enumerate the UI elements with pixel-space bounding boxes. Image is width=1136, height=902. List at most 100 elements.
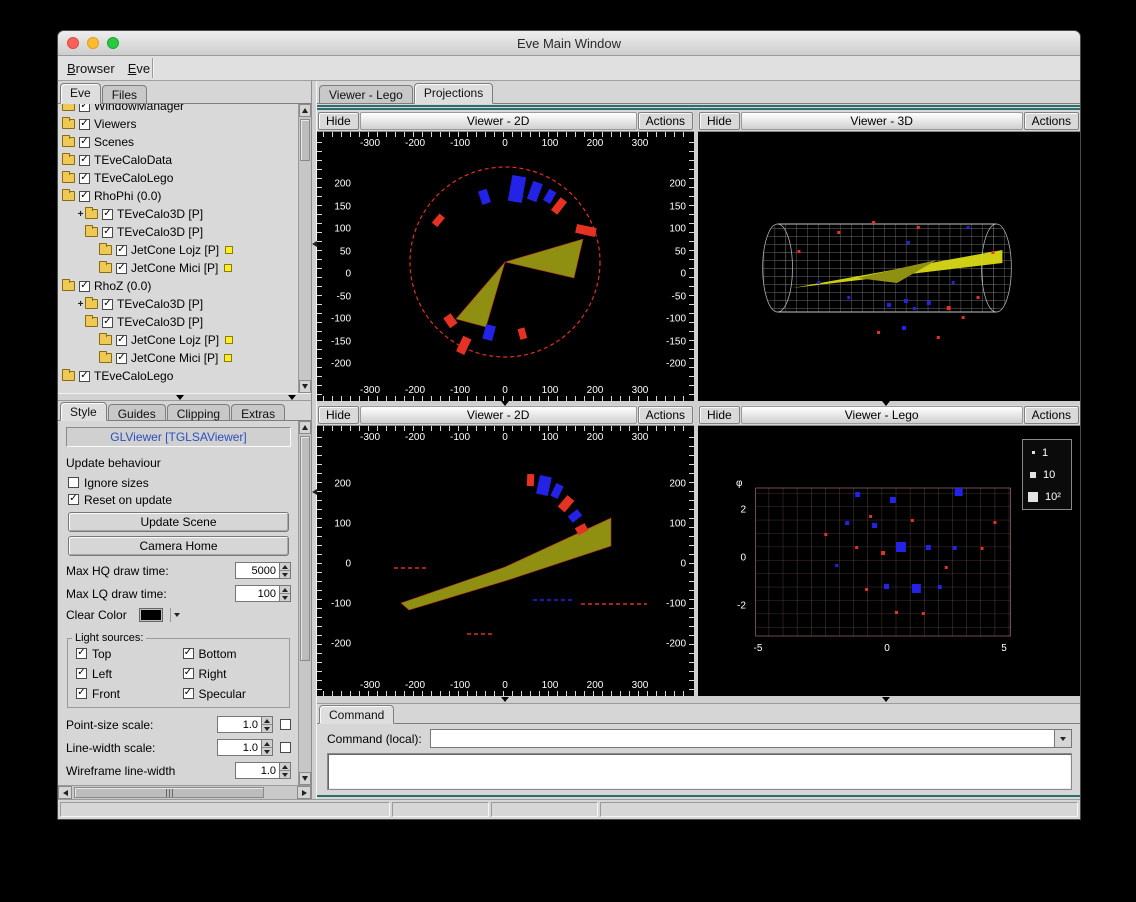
tree-item[interactable]: JetCone Lojz [P] [58, 241, 298, 259]
expand-icon[interactable]: + [76, 209, 85, 220]
light-checkbox[interactable] [183, 668, 194, 679]
rhophi-canvas[interactable]: -300-300-200-200-100-1000010010020020030… [317, 132, 694, 401]
clear-color-dropdown[interactable] [170, 608, 184, 622]
camera-home-button[interactable]: Camera Home [68, 536, 289, 556]
spinner-arrows[interactable] [261, 739, 273, 756]
light-source-row[interactable]: Front [76, 685, 179, 702]
command-output[interactable] [327, 753, 1072, 790]
hide-button[interactable]: Hide [318, 112, 359, 130]
tab-files[interactable]: Files [102, 85, 147, 103]
tree-checkbox[interactable] [79, 191, 90, 202]
viewer-row-splitter[interactable] [317, 401, 1080, 405]
spin-down-icon[interactable] [282, 596, 288, 600]
light-checkbox[interactable] [76, 668, 87, 679]
splitter-arrow-icon[interactable] [288, 395, 296, 400]
tab-extras[interactable]: Extras [231, 404, 285, 420]
tree-checkbox[interactable] [79, 104, 90, 112]
tree-checkbox[interactable] [79, 137, 90, 148]
splitter-arrow-icon[interactable] [882, 401, 890, 406]
scroll-up-button[interactable] [299, 421, 311, 434]
tab-viewer-lego[interactable]: Viewer - Lego [319, 85, 413, 103]
glviewer-link[interactable]: GLViewer [TGLSAViewer] [66, 427, 291, 447]
point-size-spinner[interactable]: 1.0 [217, 716, 273, 733]
hide-button[interactable]: Hide [318, 406, 359, 424]
tree-checkbox[interactable] [79, 173, 90, 184]
tab-guides[interactable]: Guides [108, 404, 166, 420]
ignore-sizes-checkbox[interactable] [68, 477, 79, 488]
scrollbar-thumb[interactable] [300, 436, 310, 661]
tree-checkbox[interactable] [116, 263, 127, 274]
spinner-value[interactable]: 1.0 [235, 762, 279, 779]
tree-item[interactable]: RhoZ (0.0) [58, 277, 298, 295]
command-combobox[interactable] [430, 729, 1072, 748]
actions-button[interactable]: Actions [638, 112, 693, 130]
splitter-arrow-icon[interactable] [882, 697, 890, 702]
close-button[interactable] [67, 37, 79, 49]
tree-item[interactable]: TEveCalo3D [P] [58, 313, 298, 331]
spin-up-icon[interactable] [282, 588, 288, 592]
spinner-value[interactable]: 1.0 [217, 739, 261, 756]
viewer-bottom-splitter[interactable] [317, 696, 1080, 704]
light-source-row[interactable]: Bottom [183, 645, 286, 662]
max-lq-spinner[interactable]: 100 [235, 585, 291, 602]
spinner-arrows[interactable] [279, 562, 291, 579]
tree-item[interactable]: JetCone Lojz [P] [58, 331, 298, 349]
light-checkbox[interactable] [76, 688, 87, 699]
spin-up-icon[interactable] [282, 765, 288, 769]
spin-up-icon[interactable] [264, 719, 270, 723]
tree-checkbox[interactable] [102, 299, 113, 310]
tree-item[interactable]: RhoPhi (0.0) [58, 187, 298, 205]
reset-on-update-checkbox[interactable] [68, 494, 79, 505]
scroll-down-button[interactable] [299, 380, 311, 393]
menu-item-eve[interactable]: Eve [128, 61, 150, 76]
tree-item[interactable]: TEveCaloLego [58, 169, 298, 187]
light-source-row[interactable]: Right [183, 665, 286, 682]
tree-checkbox[interactable] [102, 317, 113, 328]
tree-item[interactable]: JetCone Mici [P] [58, 259, 298, 277]
splitter-arrow-icon[interactable] [501, 401, 509, 406]
style-scrollbar[interactable] [298, 421, 311, 785]
tree-item[interactable]: Viewers [58, 115, 298, 133]
scroll-left-button[interactable] [58, 786, 72, 799]
splitter-arrow-icon[interactable] [501, 697, 509, 702]
tree-item[interactable]: +TEveCalo3D [P] [58, 295, 298, 313]
light-source-row[interactable]: Top [76, 645, 179, 662]
wireframe-spinner[interactable]: 1.0 [235, 762, 291, 779]
tree-item[interactable]: +TEveCalo3D [P] [58, 205, 298, 223]
tree-item[interactable]: Scenes [58, 133, 298, 151]
tree-style-splitter[interactable] [58, 393, 311, 401]
tab-command[interactable]: Command [319, 705, 394, 724]
tree-item[interactable]: JetCone Mici [P] [58, 349, 298, 367]
tree-checkbox[interactable] [79, 281, 90, 292]
zoom-button[interactable] [107, 37, 119, 49]
spin-down-icon[interactable] [282, 573, 288, 577]
spin-up-icon[interactable] [282, 565, 288, 569]
line-width-spinner[interactable]: 1.0 [217, 739, 273, 756]
scrollbar-thumb[interactable] [300, 119, 310, 161]
expand-icon[interactable]: + [76, 299, 85, 310]
tab-eve[interactable]: Eve [60, 83, 101, 104]
spinner-value[interactable]: 100 [235, 585, 279, 602]
spin-down-icon[interactable] [264, 750, 270, 754]
spinner-value[interactable]: 1.0 [217, 716, 261, 733]
spin-up-icon[interactable] [264, 742, 270, 746]
ignore-sizes-row[interactable]: Ignore sizes [68, 474, 293, 491]
left-hscrollbar[interactable] [58, 785, 311, 799]
menu-item-browser[interactable]: Browser [67, 61, 115, 76]
update-scene-button[interactable]: Update Scene [68, 512, 289, 532]
actions-button[interactable]: Actions [638, 406, 693, 424]
rhoz-canvas[interactable]: -300-300-200-200-100-1000010010020020030… [317, 426, 694, 696]
light-source-row[interactable]: Specular [183, 685, 286, 702]
splitter-arrow-icon[interactable] [176, 395, 184, 400]
tree-scrollbar[interactable] [298, 104, 311, 393]
line-width-checkbox[interactable] [280, 742, 291, 753]
light-checkbox[interactable] [183, 648, 194, 659]
tree-checkbox[interactable] [79, 119, 90, 130]
spinner-value[interactable]: 5000 [235, 562, 279, 579]
light-source-row[interactable]: Left [76, 665, 179, 682]
lego-canvas[interactable]: 11010² -50520-2φ [698, 426, 1080, 696]
scroll-down-button[interactable] [299, 772, 311, 785]
tab-style[interactable]: Style [60, 402, 107, 421]
spinner-arrows[interactable] [279, 762, 291, 779]
minimize-button[interactable] [87, 37, 99, 49]
